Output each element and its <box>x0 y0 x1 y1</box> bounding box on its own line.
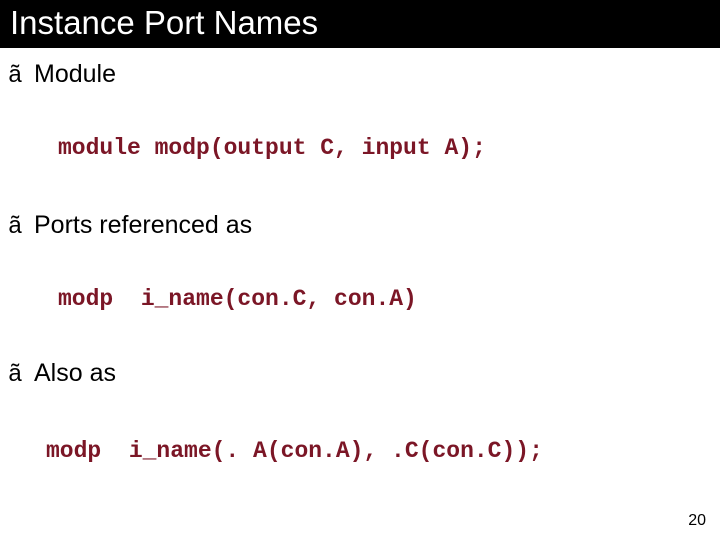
code-module-decl: module modp(output C, input A); <box>58 135 720 163</box>
bullet-glyph-icon: ã <box>6 63 24 87</box>
bullet-also-as: ã Also as <box>6 359 720 388</box>
code-instance-named: modp i_name(. A(con.A), .C(con.C)); <box>46 438 720 466</box>
bullet-text: Module <box>34 60 116 89</box>
title-bar: Instance Port Names <box>0 0 720 48</box>
slide-title: Instance Port Names <box>10 4 318 41</box>
bullet-text: Also as <box>34 359 116 388</box>
bullet-glyph-icon: ã <box>6 214 24 238</box>
bullet-ports-ref: ã Ports referenced as <box>6 211 720 240</box>
bullet-glyph-icon: ã <box>6 362 24 386</box>
page-number: 20 <box>688 512 706 530</box>
code-instance-positional: modp i_name(con.C, con.A) <box>58 286 720 314</box>
bullet-text: Ports referenced as <box>34 211 252 240</box>
bullet-module: ã Module <box>6 60 720 89</box>
slide: Instance Port Names ã Module module modp… <box>0 0 720 540</box>
slide-body: ã Module module modp(output C, input A);… <box>0 48 720 466</box>
